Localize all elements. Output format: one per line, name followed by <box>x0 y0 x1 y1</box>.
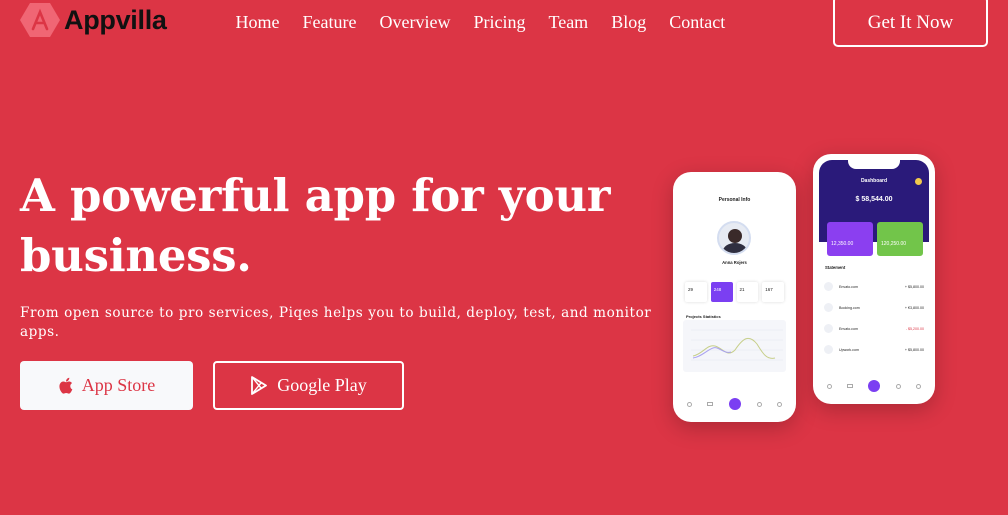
logo-text: Appvilla <box>64 4 167 35</box>
statement-title: Statement <box>825 265 846 270</box>
list-item: Envato.com - $5,200.00 <box>824 318 924 339</box>
nav-pricing[interactable]: Pricing <box>462 10 537 34</box>
stat-box: 167 <box>762 282 784 302</box>
phone-mockup-dashboard: Dashboard $ 58,544.00 12,350.00 120,250.… <box>813 154 935 404</box>
statement-amount: + $5,800.00 <box>904 284 924 289</box>
phone-notch <box>708 178 761 187</box>
home-tab-icon <box>728 398 741 410</box>
nav-home[interactable]: Home <box>224 10 291 34</box>
statement-name: Upwork.com <box>839 347 859 352</box>
nav-overview[interactable]: Overview <box>368 10 462 34</box>
statement-name: Envato.com <box>839 284 858 289</box>
list-item: Booking.com + €3,800.00 <box>824 297 924 318</box>
chart-tab-icon <box>777 401 783 407</box>
profile-tab-icon <box>826 383 832 389</box>
mini-line-chart <box>683 320 786 372</box>
statement-name: Booking.com <box>839 305 860 310</box>
bottom-tab-bar <box>679 398 790 410</box>
nav-feature[interactable]: Feature <box>291 10 368 34</box>
phone-screen-dashboard: Dashboard $ 58,544.00 12,350.00 120,250.… <box>819 160 929 398</box>
app-store-button[interactable]: App Store <box>20 361 193 410</box>
play-store-icon <box>250 376 268 395</box>
card-green: 120,250.00 <box>877 222 923 256</box>
statement-amount: - $5,200.00 <box>905 326 924 331</box>
list-item: Envato.com + $5,800.00 <box>824 276 924 297</box>
avatar <box>717 221 751 255</box>
statement-icon <box>824 303 833 312</box>
google-play-button[interactable]: Google Play <box>213 361 404 410</box>
nav-blog[interactable]: Blog <box>600 10 658 34</box>
card-purple: 12,350.00 <box>827 222 873 256</box>
apple-icon <box>58 377 73 394</box>
bottom-tab-bar <box>819 380 929 392</box>
hero-headline: A powerful app for your business. <box>20 169 611 282</box>
main-nav: Home Feature Overview Pricing Team Blog … <box>224 10 737 34</box>
phone-screen-profile: Personal Info Anna Rojers 29 248 21 167 … <box>679 178 790 416</box>
statement-icon <box>824 282 833 291</box>
statement-icon <box>824 324 833 333</box>
profile-name: Anna Rojers <box>722 260 747 265</box>
stat-box: 21 <box>736 282 759 302</box>
statement-icon <box>824 345 833 354</box>
brand-logo[interactable]: Appvilla <box>20 2 167 38</box>
avatar <box>915 178 922 185</box>
stat-box: 248 <box>710 282 733 302</box>
profile-stats: 29 248 21 167 <box>685 282 784 302</box>
nav-team[interactable]: Team <box>537 10 600 34</box>
mail-tab-icon <box>847 384 854 388</box>
balance-amount: $ 58,544.00 <box>855 196 893 203</box>
statement-amount: + €3,800.00 <box>904 305 924 310</box>
phone-mockup-profile: Personal Info Anna Rojers 29 248 21 167 … <box>673 172 796 422</box>
dashboard-title: Dashboard <box>860 178 888 184</box>
chart-tab-icon <box>916 383 922 389</box>
list-item: Upwork.com + $5,800.00 <box>824 339 924 360</box>
app-store-label: App Store <box>81 375 156 395</box>
mail-tab-icon <box>707 402 714 406</box>
hero-subtext: From open source to pro services, Piqes … <box>20 305 652 340</box>
google-play-label: Google Play <box>277 375 367 395</box>
chart-title: Projects Statistics <box>686 314 721 319</box>
profile-tab-icon <box>686 401 692 407</box>
statement-name: Envato.com <box>839 326 858 331</box>
profile-title: Personal Info <box>718 197 751 203</box>
home-tab-icon <box>868 380 881 392</box>
phone-notch <box>848 160 900 169</box>
logo-icon <box>20 2 60 38</box>
statement-list: Envato.com + $5,800.00 Booking.com + €3,… <box>824 276 924 360</box>
nav-contact[interactable]: Contact <box>658 10 737 34</box>
statement-amount: + $5,800.00 <box>904 347 924 352</box>
settings-tab-icon <box>756 401 762 407</box>
settings-tab-icon <box>895 383 901 389</box>
stat-box: 29 <box>685 282 707 302</box>
get-it-now-button[interactable]: Get It Now <box>833 0 988 47</box>
